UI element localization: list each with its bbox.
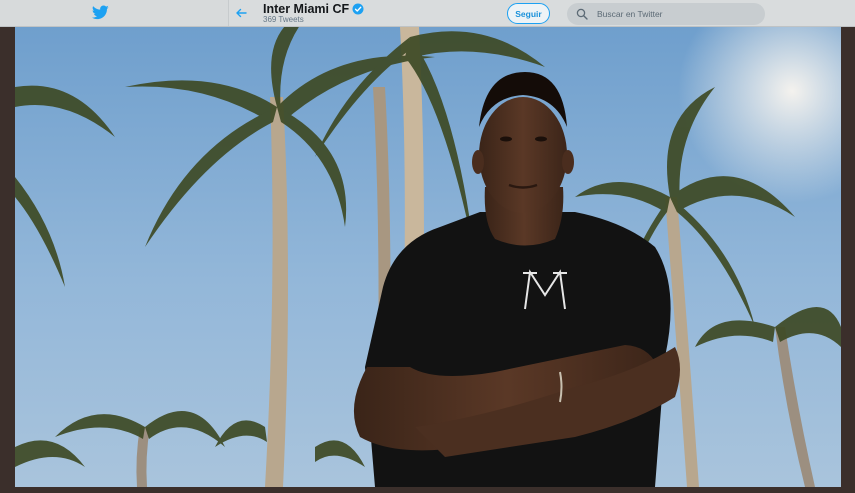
arrow-left-icon	[236, 8, 247, 18]
home-zone	[0, 0, 229, 26]
follow-button[interactable]: Seguir	[507, 3, 550, 24]
verified-badge-icon	[352, 3, 364, 15]
twitter-bird-icon[interactable]	[92, 5, 109, 20]
search-input[interactable]	[595, 8, 759, 20]
back-button[interactable]	[233, 5, 249, 21]
search-box[interactable]	[567, 3, 765, 25]
profile-name: Inter Miami CF	[263, 2, 364, 16]
profile-banner-image[interactable]	[15, 27, 841, 487]
banner-photo	[15, 27, 841, 487]
top-navigation-bar: Inter Miami CF 369 Tweets Seguir	[0, 0, 855, 27]
profile-name-text: Inter Miami CF	[263, 2, 350, 16]
search-icon	[576, 8, 588, 20]
tweet-count: 369 Tweets	[263, 15, 304, 24]
